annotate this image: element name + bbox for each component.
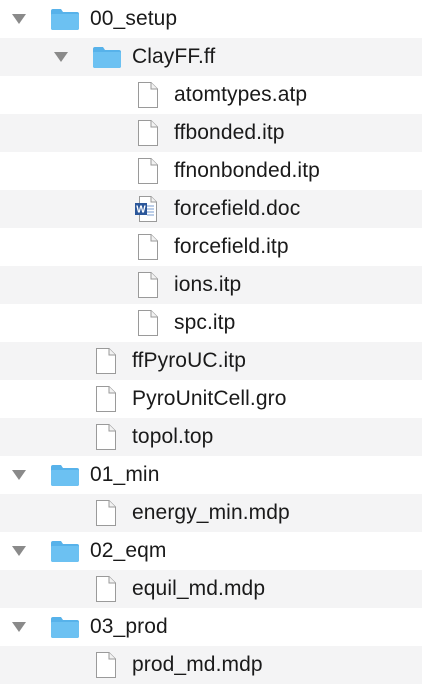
folder-name: ClayFF.ff	[132, 45, 216, 68]
tree-row-file[interactable]: Wforcefield.doc	[0, 190, 422, 228]
folder-name: 01_min	[90, 463, 160, 486]
svg-text:W: W	[136, 205, 146, 216]
file-name: forcefield.doc	[174, 197, 301, 220]
file-name: prod_md.mdp	[132, 653, 263, 676]
tree-row-file[interactable]: PyroUnitCell.gro	[0, 380, 422, 418]
folder-icon	[92, 38, 122, 76]
file-icon	[95, 570, 117, 608]
file-tree: 00_setup ClayFF.ff atomtypes.atp ffbonded.i…	[0, 0, 422, 696]
folder-icon	[50, 532, 80, 570]
file-name: spc.itp	[174, 311, 236, 334]
file-name: ions.itp	[174, 273, 242, 296]
file-icon	[137, 228, 159, 266]
tree-row-file[interactable]: equil_md.mdp	[0, 570, 422, 608]
disclosure-triangle-down-icon[interactable]	[11, 468, 27, 482]
disclosure-triangle-down-icon[interactable]	[11, 12, 27, 26]
tree-row-file[interactable]: spc.itp	[0, 304, 422, 342]
tree-row-file[interactable]: ffPyroUC.itp	[0, 342, 422, 380]
tree-row-folder[interactable]: ClayFF.ff	[0, 38, 422, 76]
tree-row-file[interactable]: prod_md.mdp	[0, 646, 422, 684]
file-name: equil_md.mdp	[132, 577, 266, 600]
file-icon	[137, 114, 159, 152]
file-icon	[137, 266, 159, 304]
tree-row-file[interactable]: energy_min.mdp	[0, 494, 422, 532]
folder-name: 03_prod	[90, 615, 168, 638]
tree-row-folder[interactable]: 00_setup	[0, 0, 422, 38]
tree-row-folder[interactable]: 02_eqm	[0, 532, 422, 570]
file-name: ffPyroUC.itp	[132, 349, 247, 372]
folder-icon	[50, 456, 80, 494]
tree-row-folder[interactable]: 03_prod	[0, 608, 422, 646]
file-name: topol.top	[132, 425, 214, 448]
disclosure-triangle-down-icon[interactable]	[53, 50, 69, 64]
file-icon	[137, 152, 159, 190]
file-name: PyroUnitCell.gro	[132, 387, 287, 410]
file-icon	[95, 380, 117, 418]
folder-icon	[50, 0, 80, 38]
file-name: energy_min.mdp	[132, 501, 290, 524]
folder-name: 00_setup	[90, 7, 178, 30]
folder-name: 02_eqm	[90, 539, 167, 562]
disclosure-triangle-down-icon[interactable]	[11, 620, 27, 634]
tree-row-file[interactable]: ions.itp	[0, 266, 422, 304]
file-icon	[95, 342, 117, 380]
file-icon	[95, 494, 117, 532]
folder-icon	[50, 608, 80, 646]
tree-row-file[interactable]: ffnonbonded.itp	[0, 152, 422, 190]
file-name: ffnonbonded.itp	[174, 159, 320, 182]
word-document-icon: W	[134, 190, 158, 228]
tree-row-file[interactable]: ffbonded.itp	[0, 114, 422, 152]
tree-row-folder[interactable]: 01_min	[0, 456, 422, 494]
file-icon	[137, 304, 159, 342]
file-icon	[95, 418, 117, 456]
file-icon	[95, 646, 117, 684]
file-name: ffbonded.itp	[174, 121, 285, 144]
file-name: atomtypes.atp	[174, 83, 308, 106]
file-name: forcefield.itp	[174, 235, 289, 258]
disclosure-triangle-down-icon[interactable]	[11, 544, 27, 558]
file-icon	[137, 76, 159, 114]
tree-row-file[interactable]: topol.top	[0, 418, 422, 456]
tree-row-file[interactable]: forcefield.itp	[0, 228, 422, 266]
tree-row-file[interactable]: atomtypes.atp	[0, 76, 422, 114]
